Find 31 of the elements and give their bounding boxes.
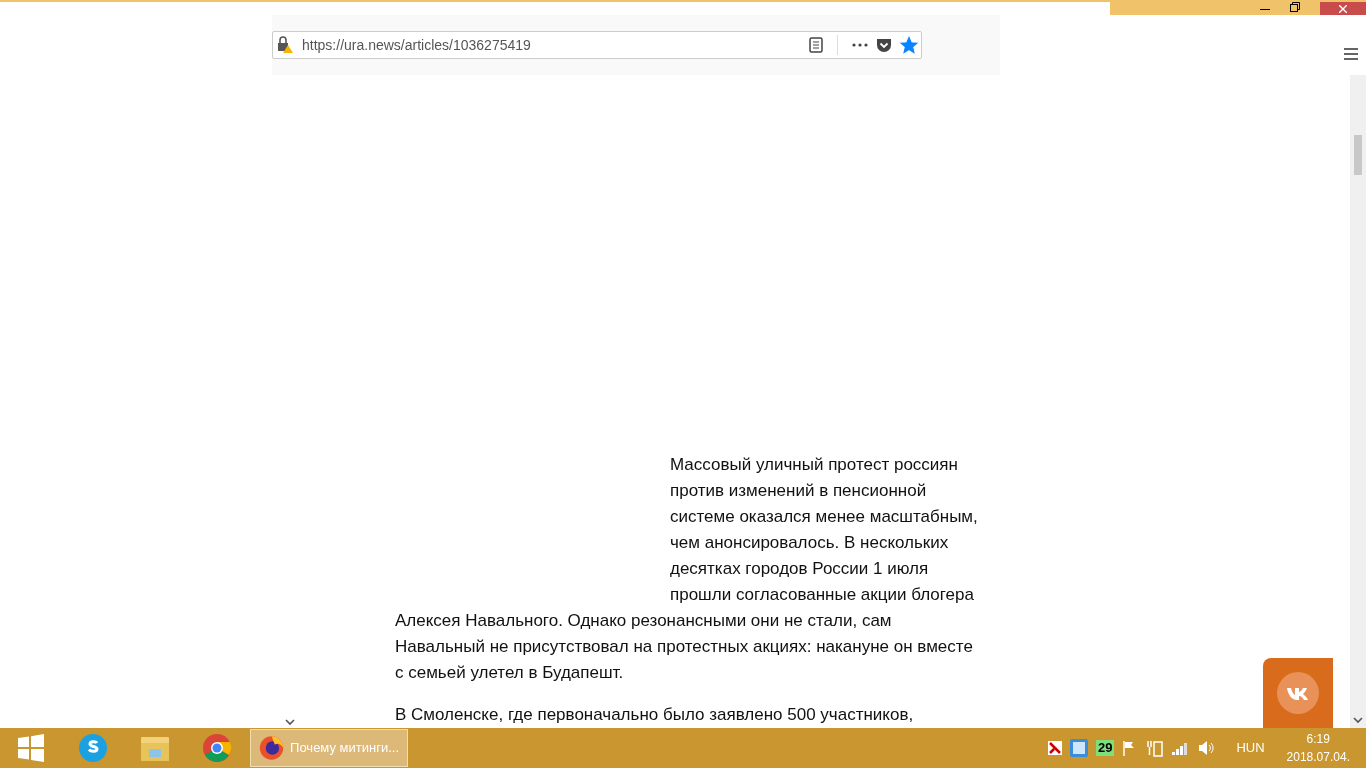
battery-icon[interactable] [1146,739,1165,757]
minimize-icon[interactable] [1260,9,1270,11]
vk-logo-icon [1277,672,1319,714]
article-paragraph: Массовый уличный протест россиян против изменений в пенсионной системе оказался менее масштабным, чем анонсировалось. В нескольких десятках городов России 1 июля прошли согласованные акции блогера Алексея Навального. Однако резонансными они не стали, сам Навальный не присутствовал на протестных акциях: накануне он вместе с семьей улетел в Будапешт. [395,454,979,684]
app-tray-icon[interactable] [1069,739,1088,757]
scrollbar[interactable] [1350,75,1366,728]
menu-icon[interactable] [1344,48,1358,60]
scrollbar-thumb[interactable] [1354,135,1362,175]
firefox-icon [259,733,285,763]
pocket-icon[interactable] [876,37,892,53]
clock[interactable]: 6:19 2018.07.04. [1286,730,1350,766]
close-button[interactable] [1320,2,1366,15]
taskbar-window-button[interactable]: Почему митинги... [250,729,408,767]
vk-share-button[interactable] [1263,658,1333,728]
scroll-down-icon[interactable] [285,719,295,726]
volume-icon[interactable] [1198,740,1217,756]
more-icon[interactable] [852,43,868,47]
restore-icon[interactable] [1290,2,1300,12]
url-text: https://ura.news/articles/1036275419 [302,35,532,55]
language-indicator[interactable]: HUN [1236,738,1265,758]
chrome-icon[interactable] [202,733,232,763]
article-paragraph: В Смоленске, где первоначально было заявлено 500 участников, [395,704,915,726]
skype-icon[interactable] [78,733,108,763]
lock-warning-icon[interactable] [276,36,294,54]
scroll-down-icon[interactable] [1353,717,1363,724]
tray-badge[interactable]: 29 [1095,740,1115,756]
address-bar[interactable]: https://ura.news/articles/1036275419 [272,31,922,59]
reader-view-icon[interactable] [809,37,823,53]
bookmark-star-icon[interactable] [900,36,918,54]
windows-logo-icon[interactable] [17,734,45,762]
close-icon [1339,4,1347,13]
